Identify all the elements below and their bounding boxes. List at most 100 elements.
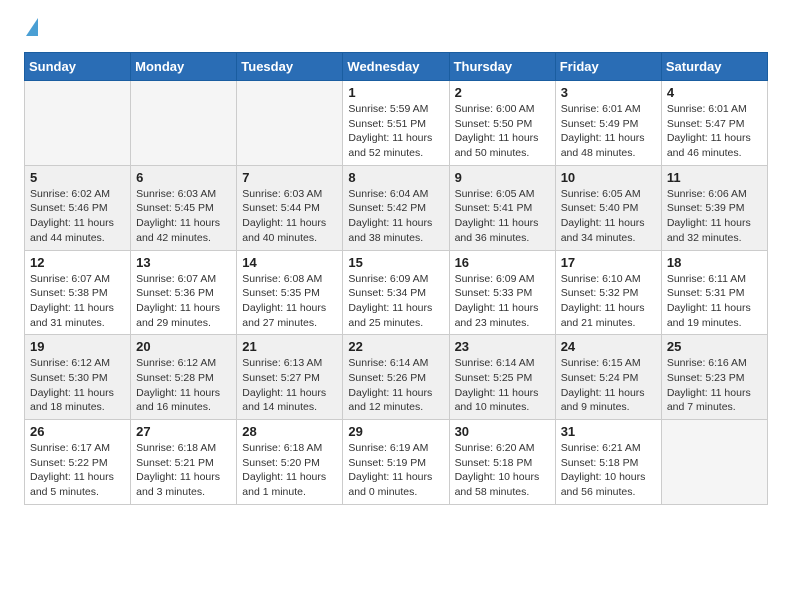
day-number: 5 [30, 170, 125, 185]
day-info: Sunrise: 6:10 AM Sunset: 5:32 PM Dayligh… [561, 272, 656, 331]
day-number: 10 [561, 170, 656, 185]
day-info: Sunrise: 6:20 AM Sunset: 5:18 PM Dayligh… [455, 441, 550, 500]
calendar-day-cell: 3 Sunrise: 6:01 AM Sunset: 5:49 PM Daylig… [555, 81, 661, 166]
calendar-day-cell: 21 Sunrise: 6:13 AM Sunset: 5:27 PM Dayli… [237, 335, 343, 420]
day-number: 8 [348, 170, 443, 185]
day-info: Sunrise: 6:17 AM Sunset: 5:22 PM Dayligh… [30, 441, 125, 500]
day-info: Sunrise: 6:03 AM Sunset: 5:44 PM Dayligh… [242, 187, 337, 246]
day-number: 30 [455, 424, 550, 439]
day-number: 23 [455, 339, 550, 354]
day-info: Sunrise: 6:18 AM Sunset: 5:20 PM Dayligh… [242, 441, 337, 500]
day-number: 25 [667, 339, 762, 354]
day-number: 12 [30, 255, 125, 270]
day-info: Sunrise: 6:12 AM Sunset: 5:30 PM Dayligh… [30, 356, 125, 415]
day-number: 26 [30, 424, 125, 439]
calendar-day-cell [25, 81, 131, 166]
weekday-header-monday: Monday [131, 53, 237, 81]
day-number: 27 [136, 424, 231, 439]
day-info: Sunrise: 6:09 AM Sunset: 5:34 PM Dayligh… [348, 272, 443, 331]
day-number: 14 [242, 255, 337, 270]
calendar-day-cell: 9 Sunrise: 6:05 AM Sunset: 5:41 PM Daylig… [449, 165, 555, 250]
day-info: Sunrise: 6:05 AM Sunset: 5:41 PM Dayligh… [455, 187, 550, 246]
day-number: 21 [242, 339, 337, 354]
weekday-header-saturday: Saturday [661, 53, 767, 81]
calendar-day-cell: 26 Sunrise: 6:17 AM Sunset: 5:22 PM Dayli… [25, 420, 131, 505]
calendar-day-cell: 30 Sunrise: 6:20 AM Sunset: 5:18 PM Dayli… [449, 420, 555, 505]
day-info: Sunrise: 6:06 AM Sunset: 5:39 PM Dayligh… [667, 187, 762, 246]
day-info: Sunrise: 6:15 AM Sunset: 5:24 PM Dayligh… [561, 356, 656, 415]
calendar-day-cell: 28 Sunrise: 6:18 AM Sunset: 5:20 PM Dayli… [237, 420, 343, 505]
day-info: Sunrise: 6:09 AM Sunset: 5:33 PM Dayligh… [455, 272, 550, 331]
calendar-day-cell: 4Sunrise: 6:01 AM Sunset: 5:47 PM Daylig… [661, 81, 767, 166]
day-info: Sunrise: 6:01 AM Sunset: 5:47 PM Dayligh… [667, 102, 762, 161]
day-number: 11 [667, 170, 762, 185]
calendar-day-cell: 7 Sunrise: 6:03 AM Sunset: 5:44 PM Daylig… [237, 165, 343, 250]
day-info: Sunrise: 6:19 AM Sunset: 5:19 PM Dayligh… [348, 441, 443, 500]
calendar-day-cell [131, 81, 237, 166]
day-number: 9 [455, 170, 550, 185]
calendar-week-row: 12 Sunrise: 6:07 AM Sunset: 5:38 PM Dayli… [25, 250, 768, 335]
calendar: SundayMondayTuesdayWednesdayThursdayFrid… [24, 52, 768, 505]
day-number: 29 [348, 424, 443, 439]
weekday-header-wednesday: Wednesday [343, 53, 449, 81]
calendar-day-cell: 20Sunrise: 6:12 AM Sunset: 5:28 PM Dayli… [131, 335, 237, 420]
calendar-day-cell: 31 Sunrise: 6:21 AM Sunset: 5:18 PM Dayli… [555, 420, 661, 505]
weekday-header-thursday: Thursday [449, 53, 555, 81]
calendar-day-cell: 18Sunrise: 6:11 AM Sunset: 5:31 PM Dayli… [661, 250, 767, 335]
logo-text [24, 20, 38, 38]
day-info: Sunrise: 6:07 AM Sunset: 5:36 PM Dayligh… [136, 272, 231, 331]
day-info: Sunrise: 6:00 AM Sunset: 5:50 PM Dayligh… [455, 102, 550, 161]
calendar-day-cell: 5 Sunrise: 6:02 AM Sunset: 5:46 PM Daylig… [25, 165, 131, 250]
day-info: Sunrise: 5:59 AM Sunset: 5:51 PM Dayligh… [348, 102, 443, 161]
day-number: 6 [136, 170, 231, 185]
day-number: 2 [455, 85, 550, 100]
weekday-header-sunday: Sunday [25, 53, 131, 81]
day-info: Sunrise: 6:14 AM Sunset: 5:26 PM Dayligh… [348, 356, 443, 415]
calendar-day-cell: 19 Sunrise: 6:12 AM Sunset: 5:30 PM Dayli… [25, 335, 131, 420]
calendar-day-cell: 16Sunrise: 6:09 AM Sunset: 5:33 PM Dayli… [449, 250, 555, 335]
day-info: Sunrise: 6:01 AM Sunset: 5:49 PM Dayligh… [561, 102, 656, 161]
day-info: Sunrise: 6:18 AM Sunset: 5:21 PM Dayligh… [136, 441, 231, 500]
day-number: 3 [561, 85, 656, 100]
calendar-day-cell: 23Sunrise: 6:14 AM Sunset: 5:25 PM Dayli… [449, 335, 555, 420]
logo-icon [26, 18, 38, 36]
calendar-day-cell [661, 420, 767, 505]
calendar-day-cell [237, 81, 343, 166]
calendar-week-row: 26 Sunrise: 6:17 AM Sunset: 5:22 PM Dayli… [25, 420, 768, 505]
calendar-day-cell: 13 Sunrise: 6:07 AM Sunset: 5:36 PM Dayli… [131, 250, 237, 335]
day-number: 28 [242, 424, 337, 439]
day-info: Sunrise: 6:08 AM Sunset: 5:35 PM Dayligh… [242, 272, 337, 331]
day-number: 24 [561, 339, 656, 354]
day-number: 13 [136, 255, 231, 270]
page: SundayMondayTuesdayWednesdayThursdayFrid… [0, 0, 792, 612]
day-number: 15 [348, 255, 443, 270]
day-info: Sunrise: 6:13 AM Sunset: 5:27 PM Dayligh… [242, 356, 337, 415]
day-number: 19 [30, 339, 125, 354]
calendar-day-cell: 14 Sunrise: 6:08 AM Sunset: 5:35 PM Dayli… [237, 250, 343, 335]
day-number: 20 [136, 339, 231, 354]
day-number: 31 [561, 424, 656, 439]
calendar-week-row: 19 Sunrise: 6:12 AM Sunset: 5:30 PM Dayli… [25, 335, 768, 420]
day-info: Sunrise: 6:04 AM Sunset: 5:42 PM Dayligh… [348, 187, 443, 246]
calendar-week-row: 1 Sunrise: 5:59 AM Sunset: 5:51 PM Daylig… [25, 81, 768, 166]
calendar-day-cell: 24 Sunrise: 6:15 AM Sunset: 5:24 PM Dayli… [555, 335, 661, 420]
day-number: 1 [348, 85, 443, 100]
calendar-day-cell: 12 Sunrise: 6:07 AM Sunset: 5:38 PM Dayli… [25, 250, 131, 335]
calendar-day-cell: 17 Sunrise: 6:10 AM Sunset: 5:32 PM Dayli… [555, 250, 661, 335]
day-info: Sunrise: 6:07 AM Sunset: 5:38 PM Dayligh… [30, 272, 125, 331]
header [24, 20, 768, 38]
day-info: Sunrise: 6:05 AM Sunset: 5:40 PM Dayligh… [561, 187, 656, 246]
day-info: Sunrise: 6:21 AM Sunset: 5:18 PM Dayligh… [561, 441, 656, 500]
calendar-day-cell: 10 Sunrise: 6:05 AM Sunset: 5:40 PM Dayli… [555, 165, 661, 250]
calendar-day-cell: 11 Sunrise: 6:06 AM Sunset: 5:39 PM Dayli… [661, 165, 767, 250]
calendar-day-cell: 6Sunrise: 6:03 AM Sunset: 5:45 PM Daylig… [131, 165, 237, 250]
calendar-day-cell: 27 Sunrise: 6:18 AM Sunset: 5:21 PM Dayli… [131, 420, 237, 505]
calendar-day-cell: 29 Sunrise: 6:19 AM Sunset: 5:19 PM Dayli… [343, 420, 449, 505]
calendar-day-cell: 15 Sunrise: 6:09 AM Sunset: 5:34 PM Dayli… [343, 250, 449, 335]
logo [24, 20, 38, 38]
calendar-day-cell: 2 Sunrise: 6:00 AM Sunset: 5:50 PM Daylig… [449, 81, 555, 166]
day-number: 7 [242, 170, 337, 185]
day-info: Sunrise: 6:02 AM Sunset: 5:46 PM Dayligh… [30, 187, 125, 246]
calendar-week-row: 5 Sunrise: 6:02 AM Sunset: 5:46 PM Daylig… [25, 165, 768, 250]
day-number: 17 [561, 255, 656, 270]
